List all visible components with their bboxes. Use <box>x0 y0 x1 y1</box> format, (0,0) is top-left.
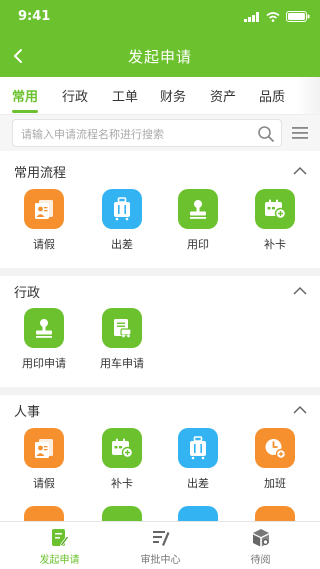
battery-icon <box>286 11 310 22</box>
active-tab-indicator <box>12 110 38 113</box>
app-label-clock-in-fix: 补卡 <box>111 477 133 490</box>
bottom-nav-approval[interactable]: 审批中心 <box>107 526 214 566</box>
status-bar: 9:41 <box>0 0 320 32</box>
search-icon[interactable] <box>257 125 275 143</box>
stamp-icon <box>36 319 52 338</box>
bottom-nav-apply[interactable]: 发起申请 <box>6 526 113 566</box>
tab-quality[interactable]: 品质 <box>259 86 285 105</box>
app-icon-clock-in-fix <box>102 428 142 468</box>
clock-add-icon <box>265 439 287 460</box>
tab-finance[interactable]: 财务 <box>160 86 186 105</box>
search-row <box>0 115 320 151</box>
section-divider <box>0 268 320 276</box>
app-icon-seal-request <box>24 308 64 348</box>
chevron-up-icon[interactable] <box>292 166 308 176</box>
app-item-business-trip[interactable]: 出差 <box>164 428 232 504</box>
app-icon-leave <box>24 189 64 229</box>
wifi-icon <box>266 11 280 22</box>
nav-bar: 发起申请 <box>0 38 320 74</box>
app-icon-seal <box>178 189 218 229</box>
status-icons <box>244 11 310 22</box>
section-title-admin: 行政 <box>14 286 41 301</box>
signal-icon <box>244 11 259 22</box>
leave-icon <box>35 439 53 458</box>
bottom-nav: 发起申请 审批中心 待阅 <box>0 521 320 569</box>
app-label-business-trip: 出差 <box>187 477 209 490</box>
app-icon-leave <box>24 428 64 468</box>
app-label-seal: 用印 <box>187 238 209 251</box>
app-icon-clock-in-fix <box>255 189 295 229</box>
suitcase-icon <box>114 197 130 221</box>
app-label-business-trip: 出差 <box>111 238 133 251</box>
search-input[interactable] <box>21 124 251 144</box>
app-header: 9:41 发起申请 <box>0 0 320 77</box>
bottom-nav-to-read-label: 待阅 <box>250 555 271 566</box>
category-tabs: 常用 行政 工单 财务 资产 品质 <box>0 77 320 115</box>
app-label-leave: 请假 <box>33 477 55 490</box>
app-item-leave[interactable]: 请假 <box>10 428 78 504</box>
tab-work-order[interactable]: 工单 <box>112 86 138 105</box>
calendar-add-icon <box>112 438 134 459</box>
app-label-car-request: 用车申请 <box>100 357 144 370</box>
section-divider <box>0 387 320 395</box>
stamp-icon <box>190 200 206 219</box>
app-label-leave: 请假 <box>33 238 55 251</box>
app-item-seal-request[interactable]: 用印申请 <box>10 308 78 384</box>
app-icon-overtime <box>255 428 295 468</box>
chevron-up-icon[interactable] <box>292 405 308 415</box>
edit-form-icon <box>51 529 69 547</box>
app-item-seal[interactable]: 用印 <box>164 189 232 265</box>
app-icon-car-request <box>102 308 142 348</box>
page-title: 发起申请 <box>127 48 192 66</box>
chevron-up-icon[interactable] <box>292 286 308 296</box>
tab-admin[interactable]: 行政 <box>62 86 88 105</box>
app-item-overtime[interactable]: 加班 <box>241 428 309 504</box>
app-item-clock-in-fix[interactable]: 补卡 <box>88 428 156 504</box>
tab-common[interactable]: 常用 <box>12 86 38 105</box>
suitcase-icon <box>190 436 206 460</box>
app-label-clock-in-fix: 补卡 <box>264 238 286 251</box>
app-item-leave[interactable]: 请假 <box>10 189 78 265</box>
app-item-business-trip[interactable]: 出差 <box>88 189 156 265</box>
app-icon-business-trip <box>102 189 142 229</box>
app-label-overtime: 加班 <box>264 477 286 490</box>
status-time: 9:41 <box>18 9 51 24</box>
calendar-add-icon <box>265 199 287 220</box>
bottom-nav-apply-label: 发起申请 <box>39 555 80 566</box>
tab-assets[interactable]: 资产 <box>210 86 236 105</box>
leave-icon <box>35 200 53 219</box>
app-item-car-request[interactable]: 用车申请 <box>88 308 156 384</box>
tab-scroll-fade <box>296 77 320 115</box>
app-icon-business-trip <box>178 428 218 468</box>
car-form-icon <box>114 319 132 338</box>
section-title-hr: 人事 <box>14 405 41 420</box>
app-label-seal-request: 用印申请 <box>22 357 66 370</box>
bottom-nav-to-read[interactable]: 待阅 <box>207 526 314 566</box>
bottom-nav-approval-label: 审批中心 <box>140 555 181 566</box>
section-title-common: 常用流程 <box>14 166 67 181</box>
search-box[interactable] <box>12 119 282 147</box>
approval-list-icon <box>152 531 169 546</box>
read-box-icon <box>252 529 269 547</box>
app-item-clock-in-fix[interactable]: 补卡 <box>241 189 309 265</box>
menu-icon[interactable] <box>292 126 308 140</box>
